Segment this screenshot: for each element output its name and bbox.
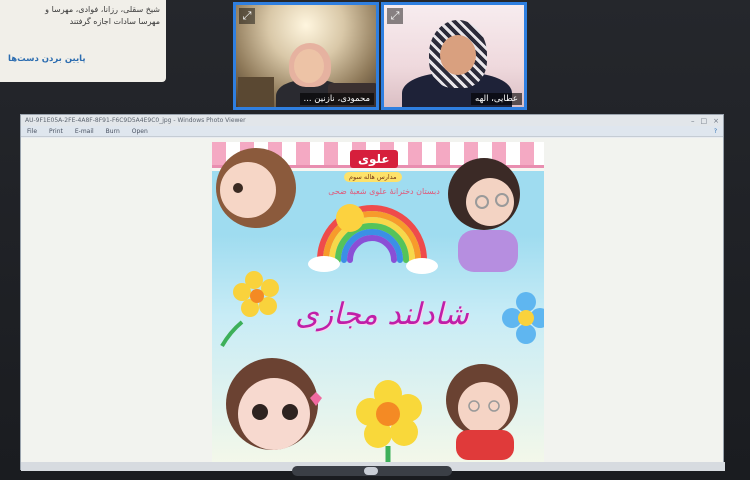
participant-name: عطایی، الهه: [471, 93, 522, 105]
help-icon[interactable]: ?: [714, 128, 717, 135]
character-illustration: [226, 358, 322, 450]
window-title: AU-9F1E05A-2FE-4A8F-8F91-F6C9D5A4E9C0_jp…: [25, 117, 246, 124]
chat-message-line: مهرسا سادات اجازه گرفتند: [69, 17, 160, 26]
character-illustration: [446, 364, 518, 460]
window-titlebar[interactable]: AU-9F1E05A-2FE-4A8F-8F91-F6C9D5A4E9C0_jp…: [21, 115, 723, 126]
sun-icon: [336, 204, 364, 232]
video-feed: [236, 5, 376, 107]
slider-thumb[interactable]: [364, 467, 378, 475]
participant-video-tile[interactable]: ⤢ محمودی، نازنین ...: [233, 2, 379, 110]
flower-illustration: [220, 271, 279, 348]
menu-bar: File Print E-mail Burn Open ?: [21, 126, 723, 137]
video-feed: [384, 5, 524, 107]
close-icon[interactable]: ×: [713, 117, 719, 125]
participant-video-tile[interactable]: ⤢ عطایی، الهه: [381, 2, 527, 110]
character-illustration: [448, 158, 520, 272]
photo-viewer-window: AU-9F1E05A-2FE-4A8F-8F91-F6C9D5A4E9C0_jp…: [20, 114, 725, 471]
character-illustration: [216, 148, 296, 228]
menu-burn[interactable]: Burn: [106, 128, 120, 135]
participant-name: محمودی، نازنین ...: [299, 93, 374, 105]
poster-image: علوی مدارس هاله سوم دبستان دخترانهٔ علوی…: [212, 142, 544, 468]
chat-message-line: شیخ سقلی، رزانا، فوادی، مهرسا و: [45, 5, 160, 14]
menu-open[interactable]: Open: [132, 128, 148, 135]
maximize-icon[interactable]: □: [701, 117, 708, 125]
menu-print[interactable]: Print: [49, 128, 63, 135]
poster-headline: شادلند مجازی: [295, 297, 469, 332]
menu-email[interactable]: E-mail: [75, 128, 94, 135]
screen: شیخ سقلی، رزانا، فوادی، مهرسا و مهرسا سا…: [0, 0, 750, 480]
flower-illustration: [356, 380, 422, 468]
menu-file[interactable]: File: [27, 128, 37, 135]
zoom-slider[interactable]: [292, 466, 452, 476]
minimize-icon[interactable]: –: [691, 117, 695, 125]
expand-icon[interactable]: ⤢: [387, 8, 403, 24]
lower-hands-button[interactable]: پایین بردن دست‌ها: [8, 54, 86, 64]
chat-panel: شیخ سقلی، رزانا، فوادی، مهرسا و مهرسا سا…: [0, 0, 166, 82]
flower-illustration: [502, 292, 544, 344]
expand-icon[interactable]: ⤢: [239, 8, 255, 24]
image-canvas: علوی مدارس هاله سوم دبستان دخترانهٔ علوی…: [21, 138, 723, 469]
